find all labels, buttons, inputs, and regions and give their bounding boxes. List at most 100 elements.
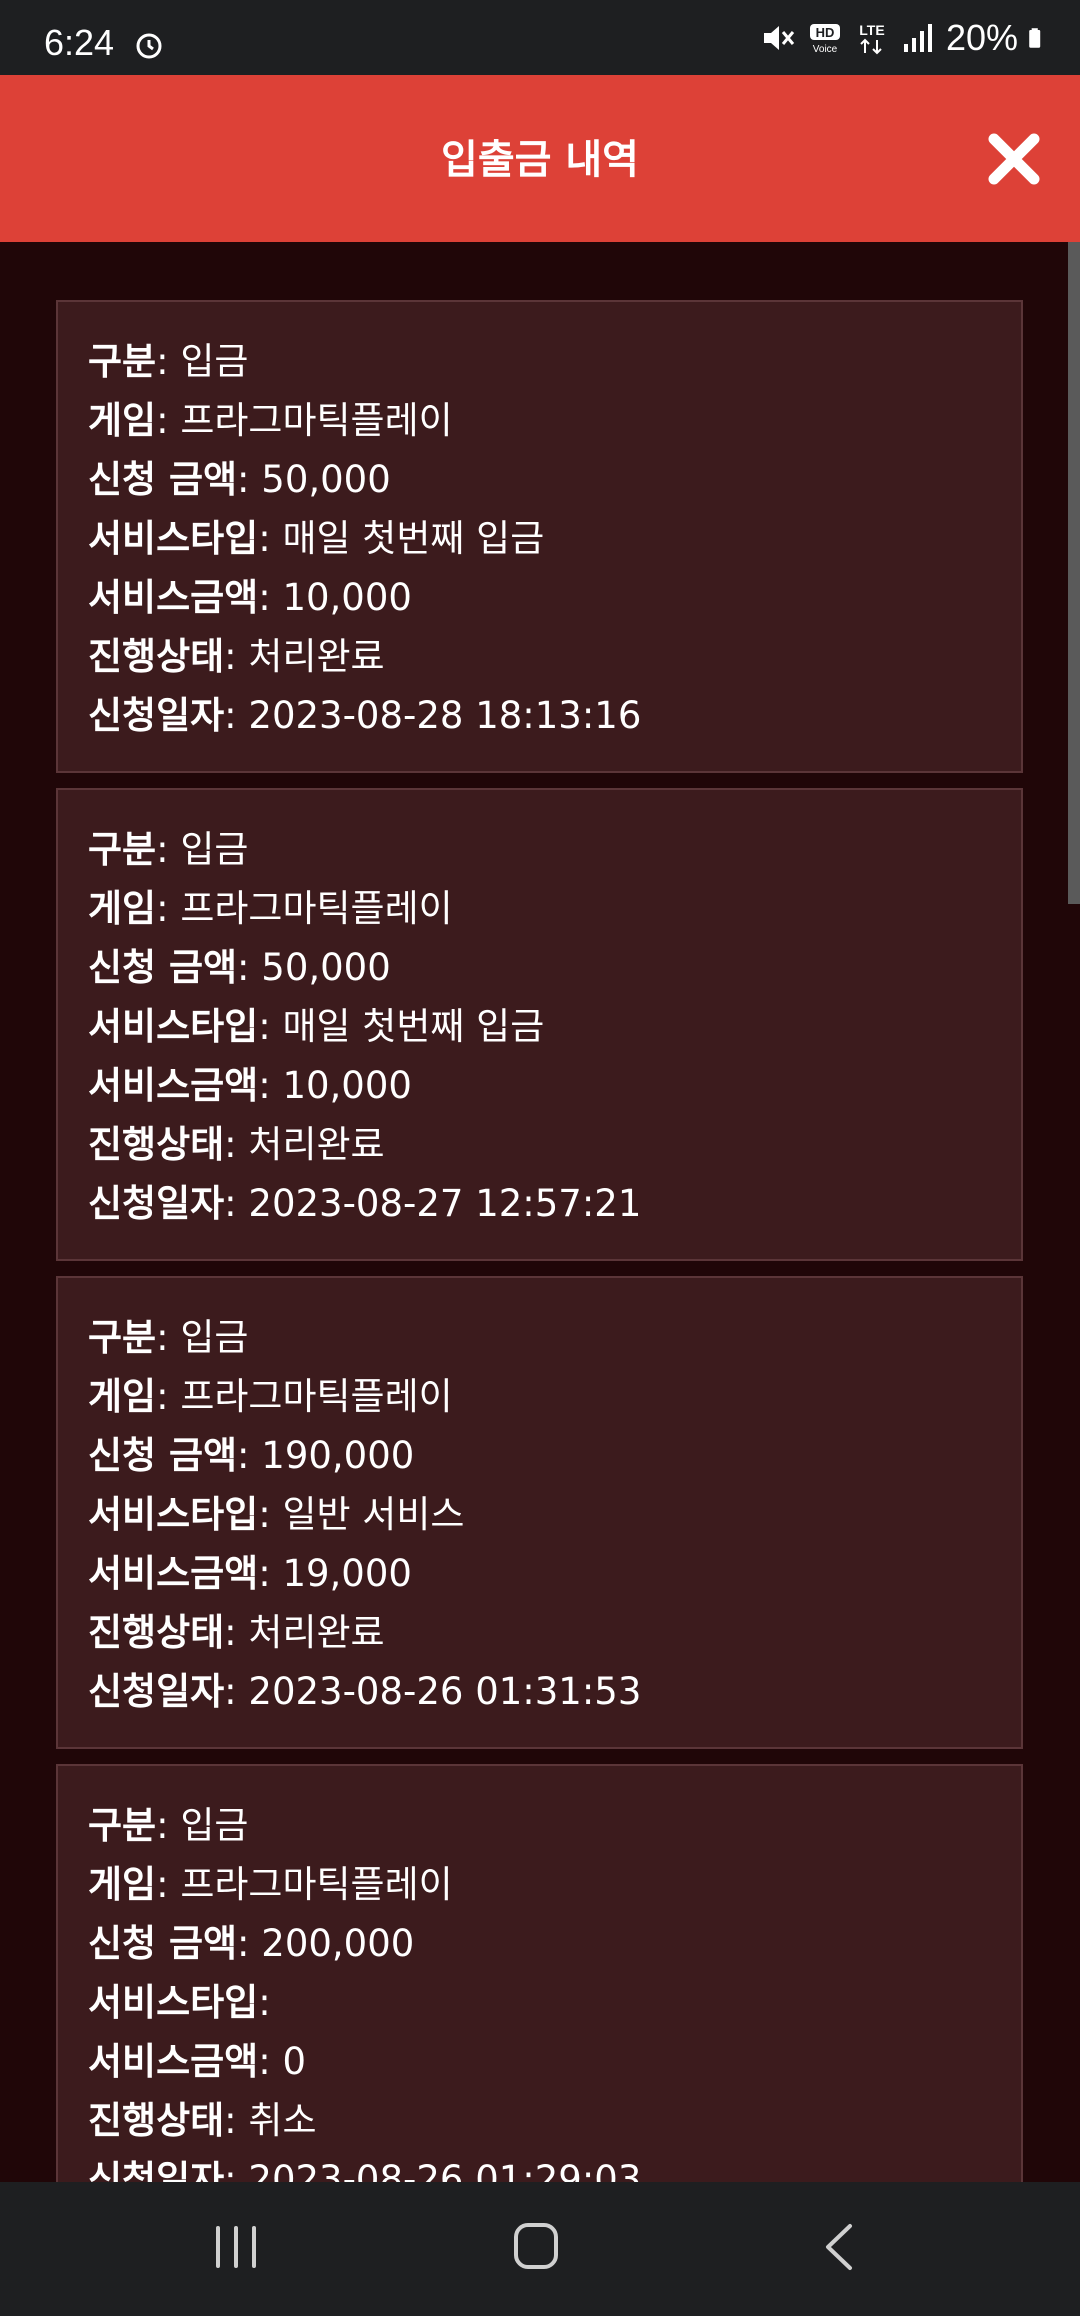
amount-value: 50,000 — [261, 458, 391, 501]
game-value: 프라그마틱플레이 — [180, 1863, 453, 1906]
type-value: 입금 — [180, 1804, 249, 1847]
service-amount-value: 10,000 — [282, 1064, 412, 1107]
status-bar: 6:24 HD Voice LTE 20% — [0, 0, 1080, 75]
hd-label: HD — [816, 25, 835, 40]
date-value: 2023-08-28 18:13:16 — [248, 694, 642, 737]
date-row: 신청일자: 2023-08-26 01:29:03 — [88, 2150, 991, 2182]
transaction-list[interactable]: 구분: 입금 게임: 프라그마틱플레이 신청 금액: 50,000 서비스타입:… — [0, 242, 1068, 2182]
game-label: 게임 — [88, 1863, 157, 1906]
date-value: 2023-08-27 12:57:21 — [248, 1182, 642, 1225]
game-row: 게임: 프라그마틱플레이 — [88, 399, 453, 442]
game-value: 프라그마틱플레이 — [180, 399, 453, 442]
service-type-label: 서비스타입 — [88, 1005, 259, 1048]
signal-icon — [903, 24, 932, 52]
service-type-label: 서비스타입 — [88, 1493, 259, 1536]
date-label: 신청일자 — [88, 1182, 225, 1225]
service-type-row: 서비스타입: 일반 서비스 — [88, 1493, 465, 1536]
game-label: 게임 — [88, 887, 157, 930]
date-row: 신청일자: 2023-08-27 12:57:21 — [88, 1182, 642, 1225]
service-type-value: 매일 첫번째 입금 — [282, 517, 545, 560]
date-label: 신청일자 — [88, 2158, 225, 2182]
close-icon[interactable] — [984, 129, 1044, 189]
status-label: 진행상태 — [88, 2099, 225, 2142]
service-type-label: 서비스타입 — [88, 1981, 259, 2024]
status-row: 진행상태: 취소 — [88, 2099, 317, 2142]
amount-row: 신청 금액: 200,000 — [88, 1922, 415, 1965]
transaction-card: 구분: 입금 게임: 프라그마틱플레이 신청 금액: 50,000 서비스타입:… — [56, 300, 1023, 773]
game-row: 게임: 프라그마틱플레이 — [88, 887, 453, 930]
game-label: 게임 — [88, 1375, 157, 1418]
transaction-card: 구분: 입금 게임: 프라그마틱플레이 신청 금액: 200,000 서비스타입… — [56, 1764, 1023, 2182]
amount-label: 신청 금액 — [88, 458, 238, 501]
service-amount-label: 서비스금액 — [88, 1552, 259, 1595]
back-icon[interactable] — [800, 2212, 880, 2282]
date-value: 2023-08-26 01:31:53 — [248, 1670, 642, 1713]
type-row: 구분: 입금 — [88, 828, 249, 871]
service-amount-row: 서비스금액: 19,000 — [88, 1552, 412, 1595]
status-value: 처리완료 — [248, 635, 385, 678]
service-type-label: 서비스타입 — [88, 517, 259, 560]
home-icon[interactable] — [496, 2212, 576, 2282]
amount-label: 신청 금액 — [88, 1434, 238, 1477]
game-row: 게임: 프라그마틱플레이 — [88, 1375, 453, 1418]
lte-icon: LTE — [859, 22, 885, 55]
battery-icon — [1029, 28, 1041, 48]
status-label: 진행상태 — [88, 1611, 225, 1654]
type-row: 구분: 입금 — [88, 1804, 249, 1847]
type-label: 구분 — [88, 828, 157, 871]
modal-header: 입출금 내역 — [0, 75, 1080, 242]
date-row: 신청일자: 2023-08-28 18:13:16 — [88, 694, 642, 737]
amount-label: 신청 금액 — [88, 1922, 238, 1965]
status-row: 진행상태: 처리완료 — [88, 1611, 385, 1654]
game-label: 게임 — [88, 399, 157, 442]
transaction-card: 구분: 입금 게임: 프라그마틱플레이 신청 금액: 190,000 서비스타입… — [56, 1276, 1023, 1749]
amount-value: 50,000 — [261, 946, 391, 989]
page-title: 입출금 내역 — [441, 137, 639, 183]
status-row: 진행상태: 처리완료 — [88, 635, 385, 678]
type-value: 입금 — [180, 340, 249, 383]
amount-label: 신청 금액 — [88, 946, 238, 989]
service-type-row: 서비스타입: 매일 첫번째 입금 — [88, 517, 545, 560]
type-value: 입금 — [180, 1316, 249, 1359]
amount-row: 신청 금액: 50,000 — [88, 458, 391, 501]
type-value: 입금 — [180, 828, 249, 871]
status-value: 처리완료 — [248, 1611, 385, 1654]
service-amount-value: 0 — [282, 2040, 306, 2083]
service-amount-value: 19,000 — [282, 1552, 412, 1595]
date-label: 신청일자 — [88, 694, 225, 737]
service-amount-row: 서비스금액: 10,000 — [88, 576, 412, 619]
status-value: 취소 — [248, 2099, 317, 2142]
status-row: 진행상태: 처리완료 — [88, 1123, 385, 1166]
hd-voice-icon: HD Voice — [809, 24, 840, 55]
type-row: 구분: 입금 — [88, 340, 249, 383]
date-row: 신청일자: 2023-08-26 01:31:53 — [88, 1670, 642, 1713]
status-label: 진행상태 — [88, 635, 225, 678]
type-label: 구분 — [88, 1316, 157, 1359]
service-amount-value: 10,000 — [282, 576, 412, 619]
type-row: 구분: 입금 — [88, 1316, 249, 1359]
battery-percent: 20% — [945, 17, 1018, 58]
service-amount-label: 서비스금액 — [88, 1064, 259, 1107]
service-type-row: 서비스타입: — [88, 1981, 271, 2024]
game-value: 프라그마틱플레이 — [180, 887, 453, 930]
date-value: 2023-08-26 01:29:03 — [248, 2158, 642, 2182]
amount-row: 신청 금액: 50,000 — [88, 946, 391, 989]
service-amount-label: 서비스금액 — [88, 2040, 259, 2083]
amount-value: 200,000 — [261, 1922, 415, 1965]
game-value: 프라그마틱플레이 — [180, 1375, 453, 1418]
lte-label: LTE — [859, 22, 884, 38]
recent-apps-icon[interactable] — [196, 2212, 276, 2282]
service-type-value: 매일 첫번째 입금 — [282, 1005, 545, 1048]
scrollbar-thumb[interactable] — [1068, 242, 1080, 904]
transaction-card: 구분: 입금 게임: 프라그마틱플레이 신청 금액: 50,000 서비스타입:… — [56, 788, 1023, 1261]
amount-value: 190,000 — [261, 1434, 415, 1477]
mute-icon — [763, 26, 795, 50]
service-amount-label: 서비스금액 — [88, 576, 259, 619]
alarm-icon — [136, 33, 162, 59]
service-amount-row: 서비스금액: 10,000 — [88, 1064, 412, 1107]
status-time: 6:24 — [44, 22, 115, 63]
status-icons: HD Voice LTE 20% — [760, 17, 1050, 58]
voice-label: Voice — [813, 44, 838, 55]
service-amount-row: 서비스금액: 0 — [88, 2040, 306, 2083]
type-label: 구분 — [88, 1804, 157, 1847]
